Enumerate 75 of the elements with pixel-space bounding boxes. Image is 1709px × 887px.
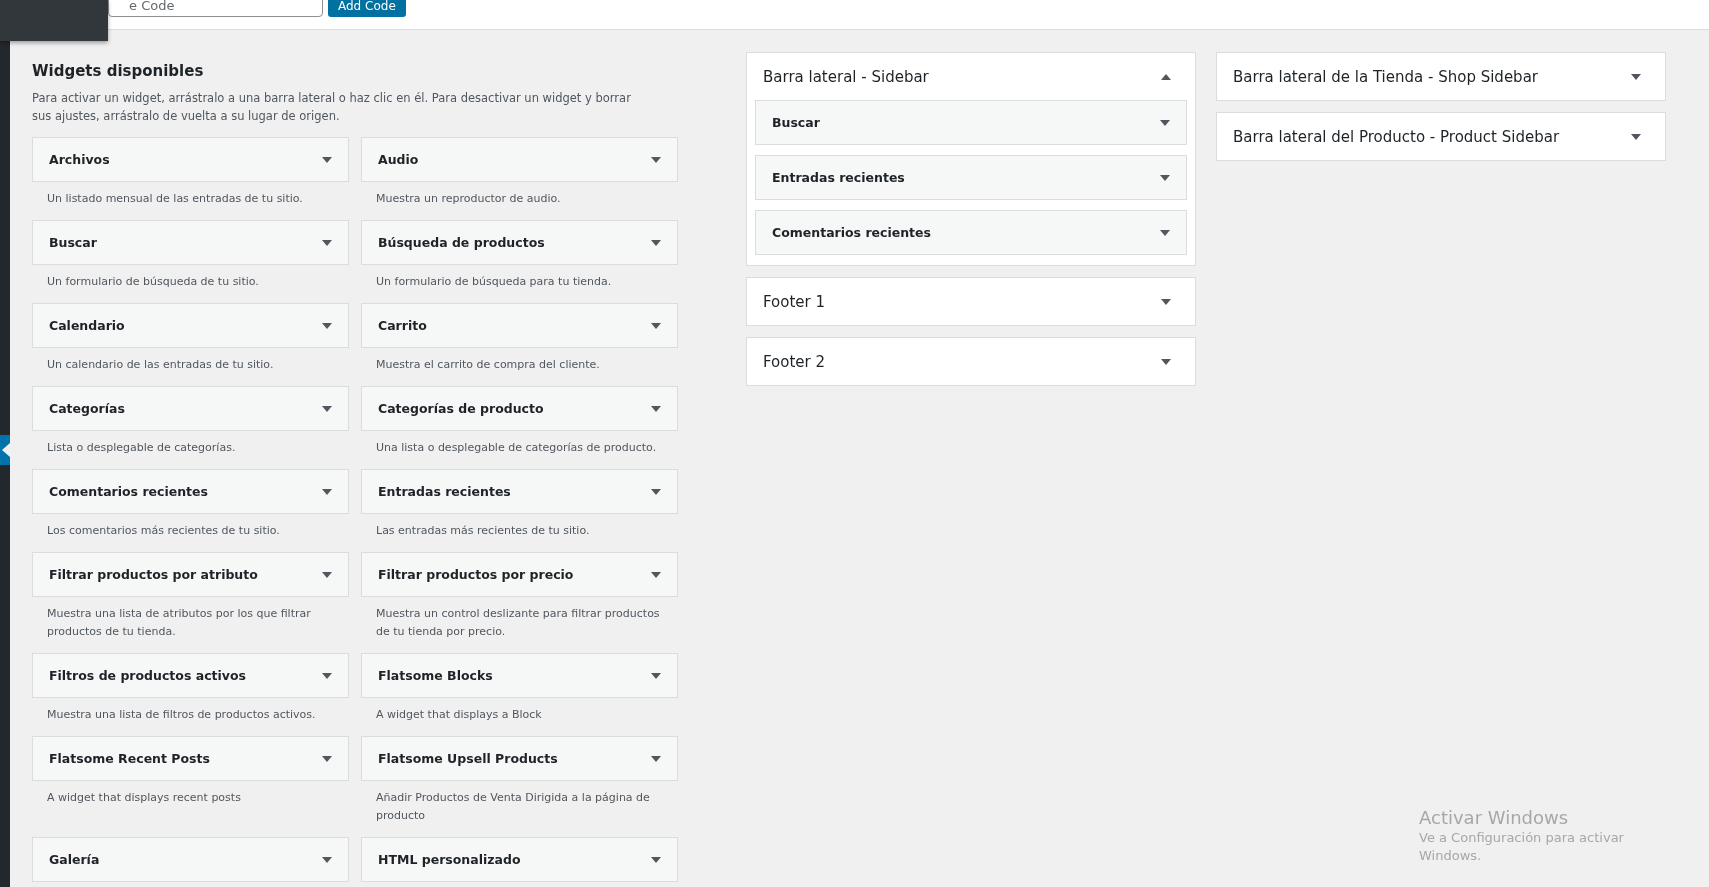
widget-card[interactable]: Categorías: [32, 386, 349, 431]
widget-card[interactable]: Archivos: [32, 137, 349, 182]
caret-icon[interactable]: [651, 405, 661, 412]
widget-description: Un formulario de búsqueda de tu sitio.: [46, 274, 260, 290]
widget-card[interactable]: Audio: [361, 137, 678, 182]
section-description: Para activar un widget, arrástralo a una barra lateral o haz clic en él. Para desactivar un widget y borrar sus ajustes, arrástralo de vuelta a su lugar de origen.: [32, 90, 632, 125]
caret-icon[interactable]: [322, 856, 332, 863]
caret-icon[interactable]: [651, 239, 661, 246]
caret-icon[interactable]: [322, 672, 332, 679]
caret-icon[interactable]: [1631, 133, 1641, 140]
widget-description: Un formulario de búsqueda para tu tienda.: [375, 274, 613, 290]
widget-description: Muestra una lista de atributos por los que filtrar productos de tu tienda.: [46, 606, 312, 640]
notch-icon: [2, 443, 10, 457]
code-field[interactable]: e Code: [108, 0, 323, 17]
sidebar-area-header[interactable]: Footer 1: [747, 278, 1195, 325]
caret-icon[interactable]: [1160, 229, 1170, 236]
caret-icon[interactable]: [322, 755, 332, 762]
widget-card[interactable]: Entradas recientes: [361, 469, 678, 514]
caret-icon[interactable]: [1161, 73, 1171, 80]
widget-description: Muestra el carrito de compra del cliente.: [375, 357, 601, 373]
widget-card[interactable]: Buscar: [755, 100, 1187, 145]
widget-card[interactable]: Buscar: [32, 220, 349, 265]
caret-icon[interactable]: [322, 156, 332, 163]
widget-card[interactable]: Filtrar productos por atributo: [32, 552, 349, 597]
widget-card[interactable]: Carrito: [361, 303, 678, 348]
widget-card[interactable]: Categorías de producto: [361, 386, 678, 431]
widget-description: Muestra un control deslizante para filtrar productos de tu tienda por precio.: [375, 606, 661, 640]
widget-description: Los comentarios más recientes de tu sitio.: [46, 523, 281, 539]
caret-icon[interactable]: [322, 488, 332, 495]
caret-icon[interactable]: [651, 672, 661, 679]
widget-description: Las entradas más recientes de tu sitio.: [375, 523, 591, 539]
activation-title: Activar Windows: [1419, 807, 1570, 829]
widget-card[interactable]: Calendario: [32, 303, 349, 348]
widget-card[interactable]: Búsqueda de productos: [361, 220, 678, 265]
caret-icon[interactable]: [651, 755, 661, 762]
caret-icon[interactable]: [1160, 119, 1170, 126]
caret-icon[interactable]: [1160, 174, 1170, 181]
sidebar-area-header[interactable]: Barra lateral - Sidebar: [747, 53, 1195, 100]
widget-card[interactable]: Entradas recientes: [755, 155, 1187, 200]
caret-icon[interactable]: [322, 405, 332, 412]
widget-description: A widget that displays a Block: [375, 707, 543, 723]
caret-icon[interactable]: [651, 156, 661, 163]
widget-card[interactable]: Filtros de productos activos: [32, 653, 349, 698]
widget-card[interactable]: Flatsome Upsell Products: [361, 736, 678, 781]
sidebar-area-header[interactable]: Footer 2: [747, 338, 1195, 385]
section-title: Widgets disponibles: [32, 62, 205, 80]
activation-message: Ve a Configuración para activar Windows.: [1419, 829, 1625, 865]
caret-icon[interactable]: [322, 239, 332, 246]
caret-icon[interactable]: [651, 856, 661, 863]
widget-card[interactable]: Comentarios recientes: [32, 469, 349, 514]
widget-card[interactable]: Galería: [32, 837, 349, 882]
widget-card[interactable]: Filtrar productos por precio: [361, 552, 678, 597]
caret-icon[interactable]: [1631, 73, 1641, 80]
caret-icon[interactable]: [1161, 358, 1171, 365]
caret-icon[interactable]: [322, 322, 332, 329]
widget-description: Un calendario de las entradas de tu sitio.: [46, 357, 275, 373]
widget-description: Muestra una lista de filtros de productos activos.: [46, 707, 317, 723]
caret-icon[interactable]: [651, 571, 661, 578]
add-code-button[interactable]: Add Code: [328, 0, 406, 17]
widget-card[interactable]: Flatsome Blocks: [361, 653, 678, 698]
caret-icon[interactable]: [1161, 298, 1171, 305]
widget-description: Un listado mensual de las entradas de tu sitio.: [46, 191, 304, 207]
widget-description: A widget that displays recent posts: [46, 790, 242, 806]
caret-icon[interactable]: [322, 571, 332, 578]
caret-icon[interactable]: [651, 488, 661, 495]
widget-card[interactable]: Comentarios recientes: [755, 210, 1187, 255]
widget-description: Lista o desplegable de categorías.: [46, 440, 237, 456]
widget-description: Muestra un reproductor de audio.: [375, 191, 562, 207]
widget-card[interactable]: Flatsome Recent Posts: [32, 736, 349, 781]
sidebar-area-header[interactable]: Barra lateral del Producto - Product Sidebar: [1217, 113, 1665, 160]
widget-description: Una lista o desplegable de categorías de producto.: [375, 440, 658, 456]
caret-icon[interactable]: [651, 322, 661, 329]
widget-description: Añadir Productos de Venta Dirigida a la página de producto: [375, 790, 651, 824]
widget-card[interactable]: HTML personalizado: [361, 837, 678, 882]
sidebar-area-header[interactable]: Barra lateral de la Tienda - Shop Sidebar: [1217, 53, 1665, 100]
